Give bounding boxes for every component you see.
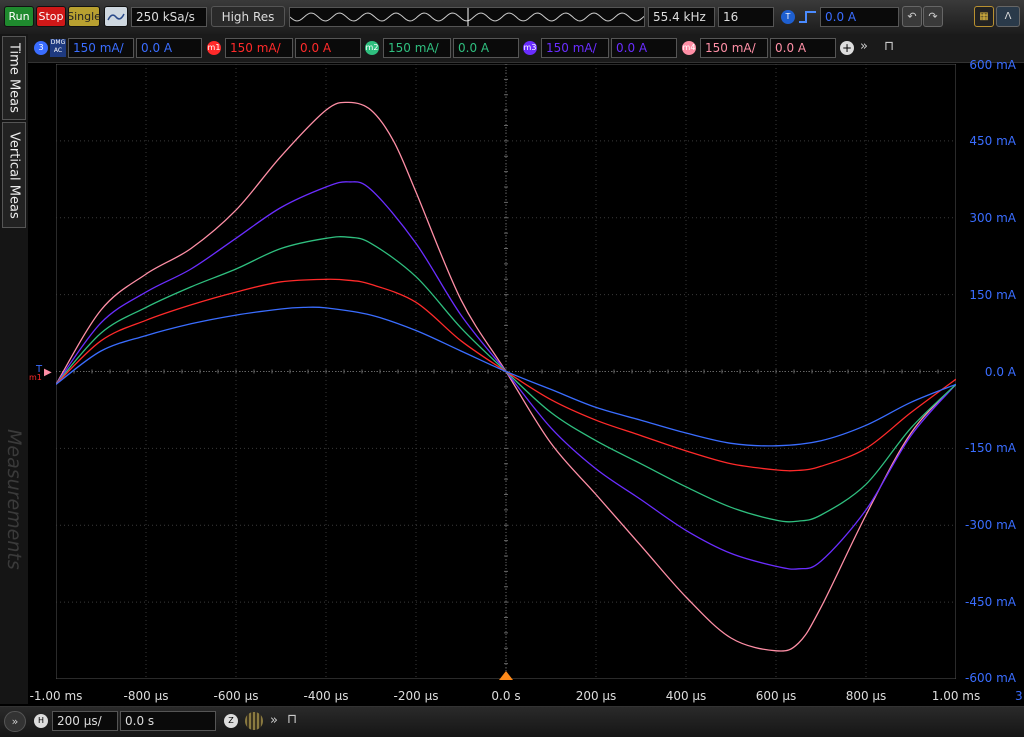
pin-icon[interactable]: ⊓ [287,712,297,727]
y-tick-label: -300 mA [965,518,1016,533]
edge-label: 3 [1015,689,1023,703]
y-tick-label: 600 mA [969,58,1016,72]
x-tick-label: -200 µs [393,689,439,703]
channel-bar: 3 DMG AC 150 mA/0.0 Am1 150 mA/0.0 Am2 150 m… [0,34,1024,63]
trigger-level-field[interactable]: 0.0 A [820,7,899,27]
add-channel-button[interactable]: + [840,41,854,55]
overview-waveform [290,8,644,26]
y-tick-label: 0.0 A [984,364,1016,379]
bottom-toolbar: » H 200 µs/ 0.0 s Z » ⊓ [0,706,1024,737]
waveform-overview[interactable] [289,7,645,27]
horizontal-position-field[interactable]: 0.0 s [120,711,216,731]
acquisition-mode-button[interactable]: High Res [211,6,285,27]
channel-scale-field-4[interactable]: 150 mA/ [541,38,609,58]
channel-marker[interactable]: m1 [29,373,42,382]
channel-offset-field-4[interactable]: 0.0 A [611,38,677,58]
x-tick-label: 0.0 s [491,689,521,703]
x-tick-label: -1.00 ms [29,689,83,703]
rising-edge-icon[interactable] [798,10,818,24]
more-channels-icon[interactable]: » [860,39,868,54]
horizontal-badge[interactable]: H [34,714,48,728]
y-axis-labels: 600 mA 450 mA 300 mA 150 mA 0.0 A -150 mA -300… [956,0,1024,706]
y-tick-label: -150 mA [965,441,1016,456]
waveform-display[interactable] [56,64,956,679]
zoom-badge[interactable]: Z [224,714,238,728]
averages-field[interactable]: 16 [718,7,774,27]
channel-offset-field-1[interactable]: 0.0 A [136,38,202,58]
channel-badge-3[interactable]: m2 [365,41,379,55]
side-tab-panel: Time Meas Vertical Meas Measurements [0,34,28,704]
tab-vertical-meas[interactable]: Vertical Meas [2,122,26,228]
redo-button[interactable]: ↷ [923,6,943,27]
y-tick-label: 300 mA [969,210,1016,225]
pin-icon[interactable]: ⊓ [884,39,894,54]
expand-panel-button[interactable]: » [4,711,26,732]
x-tick-label: 200 µs [575,689,617,703]
ground-marker-icon[interactable]: ▶ [44,367,52,378]
x-tick-label: 400 µs [665,689,707,703]
x-tick-label: -600 µs [213,689,259,703]
waveform-icon [107,13,125,20]
x-tick-label: 600 µs [755,689,797,703]
y-tick-label: -600 mA [965,671,1016,685]
x-tick-label: 1.00 ms [931,689,981,703]
channel-badge-4[interactable]: m3 [523,41,537,55]
stop-button[interactable]: Stop [36,6,66,27]
timebase-field[interactable]: 200 µs/ [52,711,118,731]
top-toolbar: Run Stop Single 250 kSa/s High Res 55.4 … [0,0,1024,34]
channel-scale-field-5[interactable]: 150 mA/ [700,38,768,58]
y-tick-label: 450 mA [969,133,1016,148]
channel-scale-field-1[interactable]: 150 mA/ [68,38,134,58]
channel-scale-field-3[interactable]: 150 mA/ [383,38,451,58]
channel-offset-field-5[interactable]: 0.0 A [770,38,836,58]
measurements-label: Measurements [3,428,25,570]
run-button[interactable]: Run [4,6,34,27]
x-tick-label: -400 µs [303,689,349,703]
channel-badge-2[interactable]: m1 [207,41,221,55]
tab-time-meas[interactable]: Time Meas [2,36,26,120]
scroll-knob-icon[interactable] [245,712,263,730]
single-button[interactable]: Single [67,6,101,27]
trigger-position-marker[interactable] [499,671,513,680]
trigger-badge[interactable]: T [781,10,795,24]
channel-badge-5[interactable]: m4 [682,41,696,55]
frequency-readout: 55.4 kHz [648,7,715,27]
x-tick-label: 800 µs [845,689,887,703]
undo-button[interactable]: ↶ [902,6,922,27]
sample-rate-field[interactable]: 250 kSa/s [131,7,207,27]
y-tick-label: 150 mA [969,287,1016,302]
channel-badge-1[interactable]: 3 [34,41,48,55]
coupling-tag: DMG AC [50,39,66,57]
auto-scale-button[interactable] [104,6,128,27]
channel-scale-field-2[interactable]: 150 mA/ [225,38,293,58]
more-icon[interactable]: » [270,713,278,728]
x-tick-label: -800 µs [123,689,169,703]
channel-offset-field-3[interactable]: 0.0 A [453,38,519,58]
channel-offset-field-2[interactable]: 0.0 A [295,38,361,58]
y-tick-label: -450 mA [965,595,1016,610]
